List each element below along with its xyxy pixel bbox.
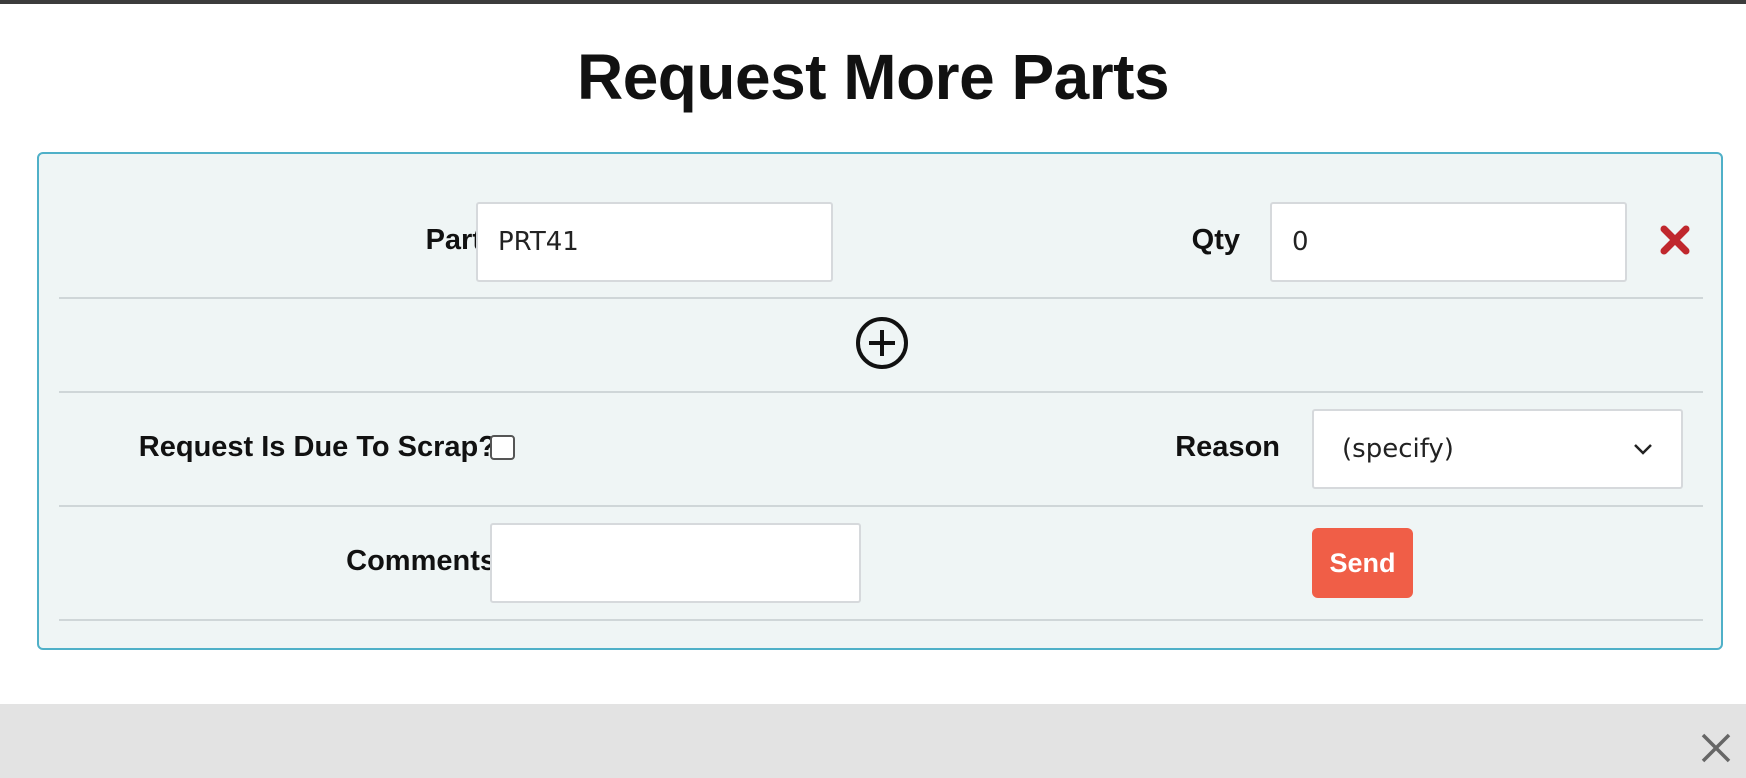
part-input[interactable]: PRT41 (476, 202, 833, 282)
row-divider (59, 619, 1703, 621)
reason-select[interactable]: (specify) (1312, 409, 1683, 489)
scrap-checkbox[interactable] (490, 435, 515, 460)
qty-label: Qty (1191, 224, 1240, 256)
add-part-icon[interactable] (855, 316, 909, 370)
close-icon[interactable] (1700, 732, 1732, 764)
reason-selected-value: (specify) (1342, 434, 1454, 464)
chevron-down-icon (1633, 443, 1653, 455)
row-divider (59, 505, 1703, 507)
remove-part-icon[interactable] (1659, 224, 1691, 256)
qty-input[interactable]: 0 (1270, 202, 1627, 282)
modal-footer (0, 704, 1746, 778)
top-border (0, 0, 1746, 4)
send-button[interactable]: Send (1312, 528, 1413, 598)
row-divider (59, 391, 1703, 393)
page-title: Request More Parts (576, 41, 1170, 113)
row-divider (59, 297, 1703, 299)
part-label: Part (425, 224, 482, 256)
comments-input[interactable] (490, 523, 861, 603)
comments-label: Comments (346, 545, 496, 577)
request-form-panel: Part PRT41 Qty 0 Request Is Due To Scrap… (37, 152, 1723, 650)
reason-label: Reason (1175, 431, 1280, 463)
scrap-label: Request Is Due To Scrap? (138, 431, 496, 463)
